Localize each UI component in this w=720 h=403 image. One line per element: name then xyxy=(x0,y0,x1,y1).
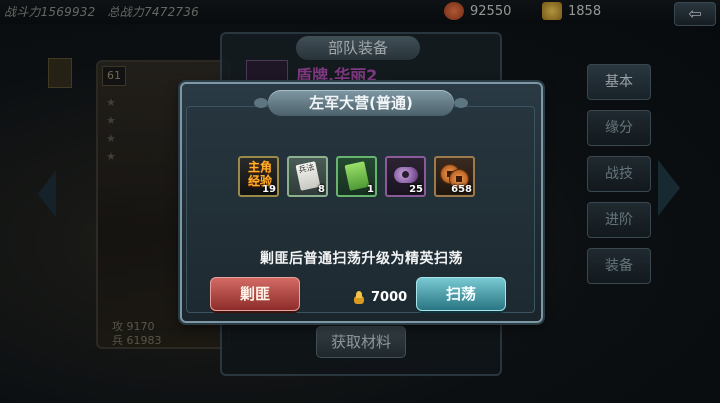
cost-value: 7000 xyxy=(371,290,408,305)
reward-exp[interactable]: 主角 经验 19 xyxy=(238,156,279,197)
reward-white-book[interactable]: 兵法 8 xyxy=(287,156,328,197)
book-icon: 兵法 xyxy=(295,161,321,191)
sweep-button[interactable]: 扫荡 xyxy=(416,277,506,311)
book-icon xyxy=(344,161,370,191)
title-ornament-icon xyxy=(254,98,268,108)
modal-title: 左军大营(普通) xyxy=(268,90,454,116)
reward-count: 25 xyxy=(409,184,423,195)
cost-display: 7000 xyxy=(352,290,407,305)
reward-coins[interactable]: 658 xyxy=(434,156,475,197)
reward-count: 19 xyxy=(262,184,276,195)
grain-icon xyxy=(352,290,366,305)
sweep-modal: 左军大营(普通) 主角 经验 19 兵法 8 1 25 658 剿匪后普通扫荡升… xyxy=(180,82,543,323)
horn-icon xyxy=(394,167,418,183)
hint-text: 剿匪后普通扫荡升级为精英扫荡 xyxy=(260,251,463,267)
raid-button[interactable]: 剿匪 xyxy=(210,277,300,311)
exp-text-line1: 主角 xyxy=(247,160,272,174)
reward-count: 658 xyxy=(451,184,472,195)
title-ornament-icon xyxy=(454,98,468,108)
reward-horn[interactable]: 25 xyxy=(385,156,426,197)
reward-green-book[interactable]: 1 xyxy=(336,156,377,197)
reward-count: 8 xyxy=(318,184,325,195)
reward-count: 1 xyxy=(367,184,374,195)
reward-list: 主角 经验 19 兵法 8 1 25 658 xyxy=(238,156,475,197)
